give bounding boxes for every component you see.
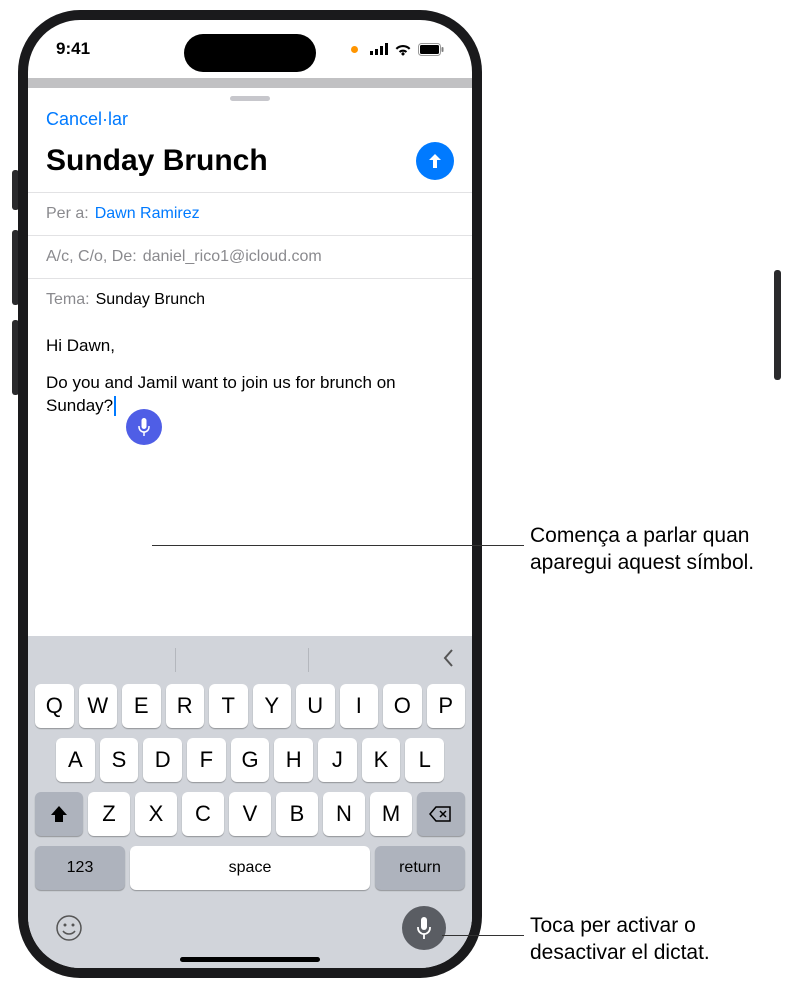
key-f[interactable]: F [187, 738, 226, 782]
key-x[interactable]: X [135, 792, 177, 836]
space-key[interactable]: space [130, 846, 370, 890]
key-l[interactable]: L [405, 738, 444, 782]
phone-screen: 9:41 Cancel·lar Sunday Brunch [28, 20, 472, 968]
to-field[interactable]: Per a: Dawn Ramirez [28, 192, 472, 235]
key-u[interactable]: U [296, 684, 335, 728]
sheet-backdrop [28, 78, 472, 88]
key-h[interactable]: H [274, 738, 313, 782]
key-d[interactable]: D [143, 738, 182, 782]
shift-icon [49, 805, 69, 823]
cancel-button[interactable]: Cancel·lar [46, 109, 128, 129]
cc-value: daniel_rico1@icloud.com [143, 248, 322, 266]
home-indicator[interactable] [180, 957, 320, 962]
key-k[interactable]: K [362, 738, 401, 782]
cc-label: A/c, C/o, De: [46, 248, 137, 266]
compose-sheet: Cancel·lar Sunday Brunch Per a: Dawn Ram… [28, 96, 472, 426]
status-bar: 9:41 [28, 20, 472, 78]
dictation-indicator [126, 409, 162, 445]
emoji-icon [55, 914, 83, 942]
key-s[interactable]: S [100, 738, 139, 782]
kb-separator [308, 648, 309, 672]
key-b[interactable]: B [276, 792, 318, 836]
kb-separator [175, 648, 176, 672]
to-label: Per a: [46, 205, 89, 223]
key-j[interactable]: J [318, 738, 357, 782]
battery-icon [418, 43, 444, 56]
key-t[interactable]: T [209, 684, 248, 728]
return-key[interactable]: return [375, 846, 465, 890]
cellular-icon [370, 43, 388, 55]
key-r[interactable]: R [166, 684, 205, 728]
arrow-up-icon [426, 152, 444, 170]
subject-value: Sunday Brunch [96, 291, 205, 309]
numeric-key[interactable]: 123 [35, 846, 125, 890]
subject-label: Tema: [46, 291, 90, 309]
key-w[interactable]: W [79, 684, 118, 728]
collapse-keyboard-icon[interactable] [440, 648, 456, 676]
backspace-key[interactable] [417, 792, 465, 836]
status-time: 9:41 [56, 39, 90, 59]
callout-2: Toca per activar o desactivar el dictat. [530, 912, 780, 967]
key-m[interactable]: M [370, 792, 412, 836]
compose-title: Sunday Brunch [46, 144, 268, 178]
callout-line-2 [442, 935, 524, 936]
keyboard: Q W E R T Y U I O P A S D F G H J K L [28, 636, 472, 968]
key-y[interactable]: Y [253, 684, 292, 728]
to-value[interactable]: Dawn Ramirez [95, 205, 200, 223]
mic-icon [137, 417, 151, 437]
wifi-icon [394, 43, 412, 56]
key-n[interactable]: N [323, 792, 365, 836]
send-button[interactable] [416, 142, 454, 180]
emoji-key[interactable] [54, 913, 84, 943]
subject-field[interactable]: Tema: Sunday Brunch [28, 278, 472, 321]
backspace-icon [429, 805, 453, 823]
cc-field[interactable]: A/c, C/o, De: daniel_rico1@icloud.com [28, 235, 472, 278]
key-q[interactable]: Q [35, 684, 74, 728]
body-field[interactable]: Hi Dawn, Do you and Jamil want to join u… [28, 321, 472, 426]
keyboard-row-4: 123 space return [32, 846, 468, 890]
shift-key[interactable] [35, 792, 83, 836]
callout-line-1 [152, 545, 524, 546]
callout-1: Comença a parlar quan aparegui aquest sí… [530, 522, 780, 577]
phone-power-button [774, 270, 781, 380]
status-icons [351, 43, 444, 56]
keyboard-row-1: Q W E R T Y U I O P [32, 684, 468, 728]
key-g[interactable]: G [231, 738, 270, 782]
key-v[interactable]: V [229, 792, 271, 836]
keyboard-row-2: A S D F G H J K L [32, 738, 468, 782]
key-i[interactable]: I [340, 684, 379, 728]
mic-indicator-icon [351, 46, 358, 53]
key-e[interactable]: E [122, 684, 161, 728]
body-line-2: Do you and Jamil want to join us for bru… [46, 372, 454, 418]
key-a[interactable]: A [56, 738, 95, 782]
key-p[interactable]: P [427, 684, 466, 728]
key-o[interactable]: O [383, 684, 422, 728]
text-cursor [114, 396, 116, 416]
keyboard-row-3: Z X C V B N M [32, 792, 468, 836]
key-z[interactable]: Z [88, 792, 130, 836]
mic-icon [416, 916, 432, 940]
phone-frame: 9:41 Cancel·lar Sunday Brunch [18, 10, 482, 978]
body-line-1: Hi Dawn, [46, 335, 454, 358]
dictation-button[interactable] [402, 906, 446, 950]
key-c[interactable]: C [182, 792, 224, 836]
